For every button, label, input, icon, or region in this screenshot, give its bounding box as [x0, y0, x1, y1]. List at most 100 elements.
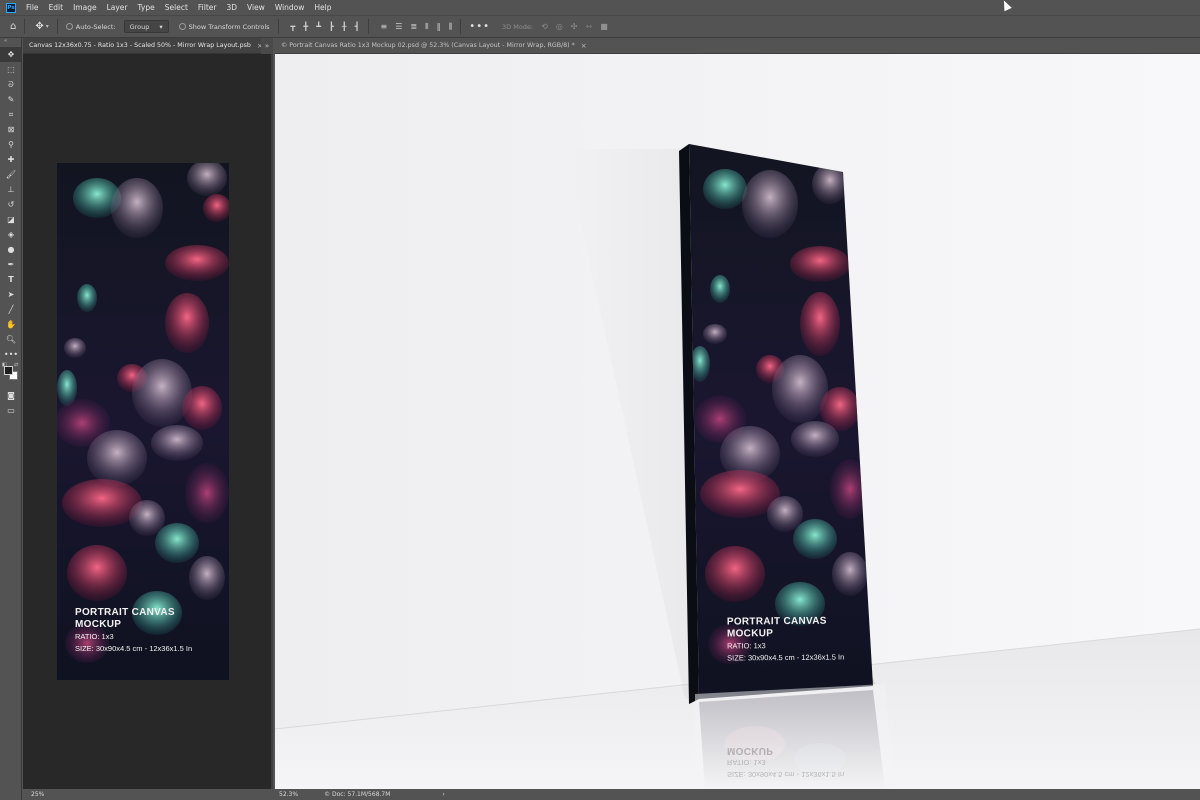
mockup-scene-image	[275, 54, 1200, 789]
marquee-tool-icon[interactable]: ⬚	[0, 62, 22, 77]
pen-tool-icon[interactable]: ✒	[0, 257, 22, 272]
crop-tool-icon[interactable]: ⌗	[0, 107, 22, 122]
info-icon: ©	[324, 791, 331, 798]
mockup-title-line1: PORTRAIT CANVAS	[726, 615, 827, 628]
distribute-bottom-icon[interactable]: ≣	[410, 22, 417, 32]
divider	[56, 19, 58, 34]
dodge-tool-icon[interactable]: ●	[0, 242, 22, 257]
menu-image[interactable]: Image	[73, 3, 97, 12]
move-tool-icon[interactable]: ✥	[0, 47, 22, 62]
options-bar: ⌂ ✥ ▾ Auto-Select: Group ▾ Show Transfor…	[0, 15, 1200, 38]
distribute-top-icon[interactable]: ≡	[381, 22, 388, 32]
pan-3d-icon[interactable]: ✣	[571, 22, 578, 31]
status-bar-left: 25%	[23, 789, 273, 800]
photoshop-window: Ps File Edit Image Layer Type Select Fil…	[0, 0, 1200, 800]
zoom-level-left[interactable]: 25%	[31, 791, 44, 798]
zoom-tool-icon[interactable]: 🔍︎	[0, 332, 22, 347]
menu-file[interactable]: File	[26, 3, 39, 12]
chevron-down-icon[interactable]: ▾	[46, 23, 49, 30]
chevron-down-icon: ▾	[159, 22, 163, 31]
left-document-canvas[interactable]: PORTRAIT CANVAS MOCKUP RATIO: 1x3 SIZE: …	[23, 54, 273, 789]
align-hcenter-icon[interactable]: ╂	[342, 22, 347, 31]
distribute-hcenter-icon[interactable]: ‖	[437, 22, 441, 32]
eyedropper-tool-icon[interactable]: ⚲	[0, 137, 22, 152]
artwork-ratio: RATIO: 1x3	[75, 632, 114, 641]
panel-collapse-icon[interactable]: «	[0, 38, 21, 47]
menu-select[interactable]: Select	[165, 3, 188, 12]
checkbox-icon[interactable]	[178, 23, 186, 30]
close-icon[interactable]: ×	[581, 42, 587, 50]
align-right-icon[interactable]: ┫	[355, 22, 360, 31]
slide-3d-icon[interactable]: ⇿	[586, 22, 593, 31]
artwork-title-line1: PORTRAIT CANVAS	[75, 607, 175, 618]
brush-tool-icon[interactable]: 🖌	[0, 167, 22, 182]
jellyfish-artwork-image	[57, 163, 229, 680]
distribute-vcenter-icon[interactable]: ☰	[395, 22, 402, 32]
divider	[277, 19, 279, 34]
type-tool-icon[interactable]: T	[0, 272, 22, 287]
color-swatches[interactable]: ◧ ⇄	[0, 362, 22, 388]
menu-filter[interactable]: Filter	[198, 3, 217, 12]
menu-edit[interactable]: Edit	[49, 3, 64, 12]
chevron-right-icon[interactable]: ›	[442, 791, 444, 798]
align-vcenter-icon[interactable]: ╋	[303, 22, 308, 31]
home-icon[interactable]: ⌂	[10, 21, 16, 32]
transform-controls-label: Show Transform Controls	[188, 22, 270, 31]
align-left-icon[interactable]: ┣	[329, 22, 334, 31]
tab-left-document[interactable]: Canvas 12x36x0.75 - Ratio 1x3 - Scaled 5…	[23, 38, 261, 54]
move-tool-icon[interactable]: ✥	[35, 21, 43, 32]
expand-panels-icon[interactable]: »	[261, 38, 273, 54]
menu-3d[interactable]: 3D	[226, 3, 237, 12]
auto-select-dropdown[interactable]: Group ▾	[123, 20, 169, 33]
tab-right-document[interactable]: © Portrait Canvas Ratio 1x3 Mockup 02.ps…	[275, 38, 1200, 54]
eraser-tool-icon[interactable]: ◪	[0, 212, 22, 227]
auto-select-label: Auto-Select:	[75, 22, 116, 31]
more-tools-icon[interactable]: •••	[0, 347, 22, 362]
mouse-cursor-icon	[1000, 0, 1012, 12]
stamp-tool-icon[interactable]: ⊥	[0, 182, 22, 197]
doc-info-group[interactable]: © Doc: 57.1M/568.7M ›	[324, 791, 445, 798]
healing-tool-icon[interactable]: ✚	[0, 152, 22, 167]
history-brush-tool-icon[interactable]: ↺	[0, 197, 22, 212]
hand-tool-icon[interactable]: ✋	[0, 317, 22, 332]
right-document-canvas[interactable]: PORTRAIT CANVAS MOCKUP RATIO: 1x3 SIZE: …	[275, 54, 1200, 789]
roll-3d-icon[interactable]: ◎	[556, 22, 563, 31]
orbit-3d-icon[interactable]: ⟲	[541, 22, 548, 31]
distribute-right-icon[interactable]: ⫼	[449, 22, 453, 32]
zoom-level-right[interactable]: 52.3%	[279, 791, 298, 798]
line-tool-icon[interactable]: ╱	[0, 302, 22, 317]
mockup-caption: PORTRAIT CANVAS MOCKUP RATIO: 1x3 SIZE: …	[727, 615, 845, 664]
transform-controls-checkbox[interactable]: Show Transform Controls	[178, 22, 270, 31]
path-select-tool-icon[interactable]: ➤	[0, 287, 22, 302]
auto-select-checkbox[interactable]: Auto-Select:	[65, 22, 116, 31]
frame-tool-icon[interactable]: ⊠	[0, 122, 22, 137]
swap-colors-icon[interactable]: ⇄	[14, 362, 18, 368]
reflection-size: SIZE: 30x90x4.5 cm - 12x36x1.5 In	[727, 770, 845, 779]
doc-size-info: Doc: 57.1M/568.7M	[331, 791, 391, 798]
menu-layer[interactable]: Layer	[107, 3, 128, 12]
lasso-tool-icon[interactable]: ᘐ	[0, 77, 22, 92]
3d-mode-label: 3D Mode:	[502, 22, 534, 31]
photoshop-logo-icon[interactable]: Ps	[6, 2, 16, 13]
foreground-color-swatch[interactable]	[4, 366, 13, 375]
status-bar-right: 52.3% © Doc: 57.1M/568.7M ›	[275, 789, 1200, 800]
reflection-ratio: RATIO: 1x3	[727, 758, 766, 767]
more-options-icon[interactable]: •••	[469, 21, 490, 32]
menu-view[interactable]: View	[247, 3, 265, 12]
quick-mask-icon[interactable]: ◙	[0, 388, 22, 403]
menu-bar: Ps File Edit Image Layer Type Select Fil…	[0, 0, 1200, 15]
divider	[460, 19, 462, 34]
distribute-left-icon[interactable]: ⦀	[425, 22, 429, 32]
menu-type[interactable]: Type	[138, 3, 155, 12]
screen-mode-icon[interactable]: ▭	[0, 403, 22, 418]
checkbox-icon[interactable]	[65, 23, 73, 30]
quick-select-tool-icon[interactable]: ✎	[0, 92, 22, 107]
menu-help[interactable]: Help	[314, 3, 331, 12]
align-buttons: ┳ ╋ ┻ ┣ ╂ ┫	[291, 22, 360, 31]
camera-3d-icon[interactable]: ■	[600, 22, 608, 31]
paint-bucket-tool-icon[interactable]: ◈	[0, 227, 22, 242]
menu-window[interactable]: Window	[275, 3, 305, 12]
align-bottom-icon[interactable]: ┻	[316, 22, 321, 31]
tab-left-title: Canvas 12x36x0.75 - Ratio 1x3 - Scaled 5…	[29, 42, 251, 49]
align-top-icon[interactable]: ┳	[291, 22, 296, 31]
